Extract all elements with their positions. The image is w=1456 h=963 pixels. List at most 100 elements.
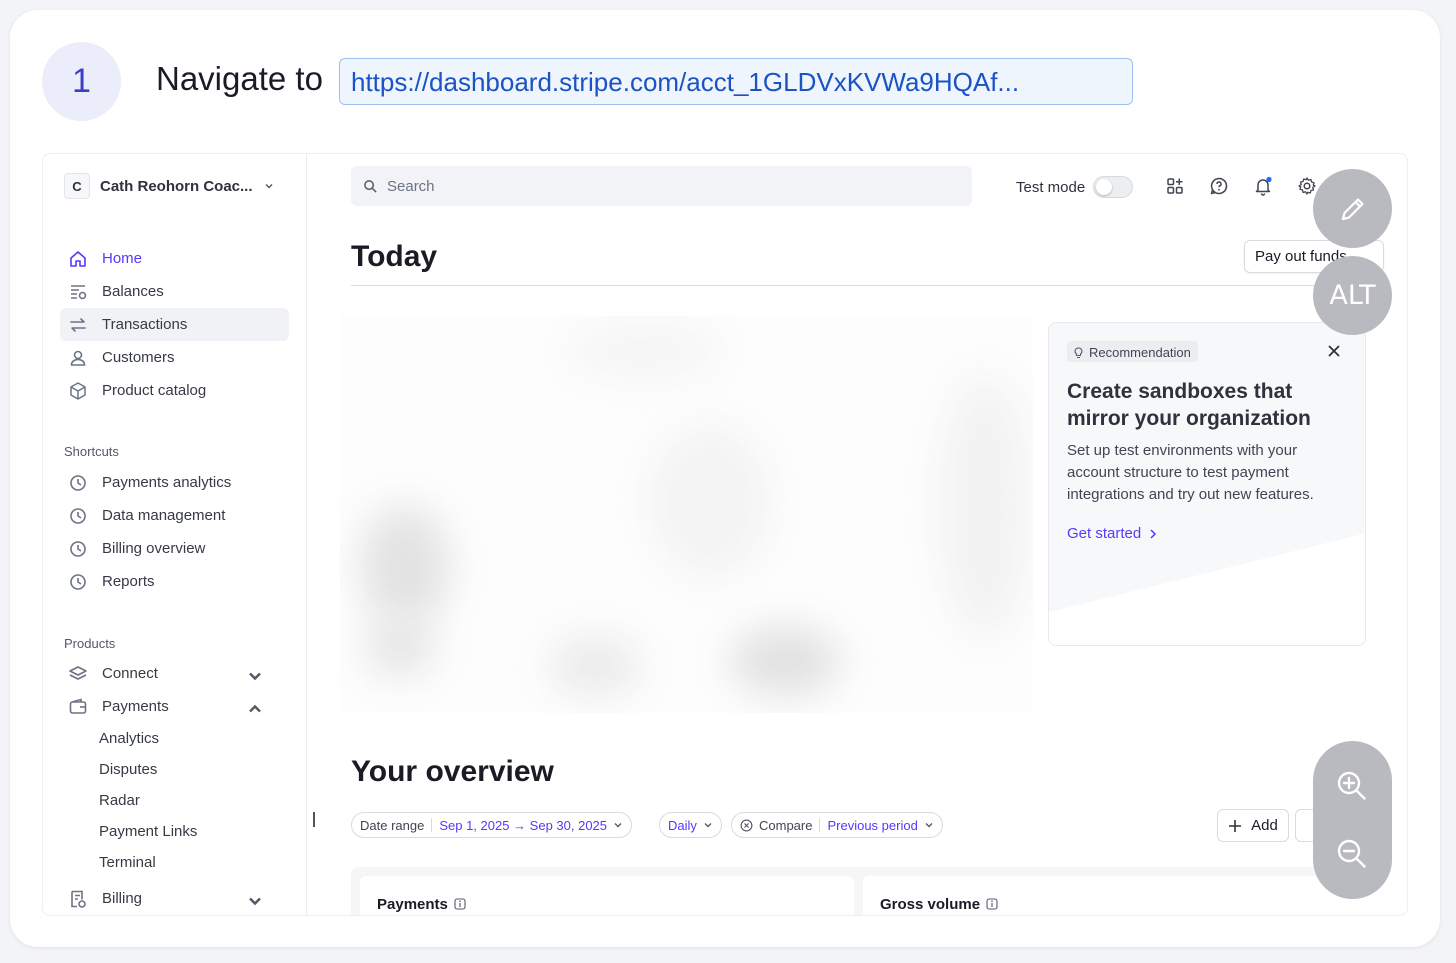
zoom-out-icon[interactable]	[1335, 837, 1369, 871]
zoom-controls	[1313, 741, 1392, 899]
billing-icon	[71, 890, 86, 908]
payments-tile[interactable]: Payments	[360, 876, 854, 915]
test-mode-control[interactable]: Test mode	[1016, 176, 1134, 198]
interval-filter[interactable]: Daily	[659, 812, 722, 838]
info-icon[interactable]	[986, 898, 998, 910]
sidebar-item-payments[interactable]: Payments	[60, 690, 289, 723]
sidebar-subitem-analytics[interactable]: Analytics	[99, 730, 159, 747]
sidebar-subitem-terminal[interactable]: Terminal	[99, 854, 156, 871]
sidebar-subitem-disputes[interactable]: Disputes	[99, 761, 157, 778]
step-url[interactable]: https://dashboard.stripe.com/acct_1GLDVx…	[339, 58, 1133, 105]
chevron-down-icon	[249, 672, 261, 681]
shortcut-reports[interactable]: Reports	[60, 565, 289, 598]
recommendation-badge: Recommendation	[1067, 341, 1198, 362]
shortcut-data-management[interactable]: Data management	[60, 499, 289, 532]
balances-icon	[71, 284, 87, 299]
overview-tiles: Payments Gross volume	[351, 867, 1357, 915]
date-range-value: Sep 1, 2025 → Sep 30, 2025	[439, 817, 608, 833]
info-icon[interactable]	[454, 898, 466, 910]
wallet-icon	[69, 697, 87, 714]
gear-icon[interactable]	[1297, 176, 1317, 196]
sidebar-item-transactions[interactable]: Transactions	[60, 308, 289, 341]
sidebar-item-product-catalog[interactable]: Product catalog	[60, 374, 289, 407]
account-switcher[interactable]: C Cath Reohorn Coac...	[64, 173, 275, 199]
compare-filter[interactable]: Compare Previous period	[731, 812, 943, 838]
sidebar-item-connect[interactable]: Connect	[60, 657, 289, 690]
sidebar-item-label: Customers	[102, 349, 175, 366]
shortcuts-heading: Shortcuts	[64, 444, 119, 459]
gross-volume-tile[interactable]: Gross volume	[863, 876, 1357, 915]
customer-icon	[70, 350, 86, 366]
connect-icon	[69, 665, 87, 680]
home-icon	[70, 250, 86, 267]
recommendation-title: Create sandboxes that mirror your organi…	[1067, 380, 1311, 430]
sidebar-item-label: Data management	[102, 507, 226, 524]
date-range-label: Date range	[360, 817, 425, 833]
divider	[351, 285, 1365, 286]
sidebar-subitem-radar[interactable]: Radar	[99, 792, 140, 809]
recommendation-body: Set up test environments with your accou…	[1067, 442, 1314, 503]
sidebar-item-home[interactable]: Home	[60, 242, 289, 275]
sidebar-item-billing[interactable]: Billing	[60, 882, 289, 915]
sidebar-item-label: Connect	[102, 665, 158, 682]
bell-icon[interactable]	[1253, 176, 1273, 196]
interval-value: Daily	[668, 817, 697, 833]
get-started-link[interactable]: Get started	[1067, 525, 1159, 542]
sidebar: C Cath Reohorn Coac... Home Balances Tra…	[43, 154, 307, 915]
search-input[interactable]: Search	[351, 166, 972, 206]
account-name: Cath Reohorn Coac...	[100, 177, 253, 195]
add-label: Add	[1251, 817, 1278, 834]
box-icon	[70, 381, 86, 400]
sidebar-item-label: Home	[102, 250, 143, 267]
blurred-chart-placeholder	[340, 316, 1033, 713]
lightbulb-icon	[1074, 346, 1083, 358]
recommendation-card: Recommendation Create sandboxes that mir…	[1048, 322, 1366, 646]
test-mode-label: Test mode	[1016, 178, 1086, 196]
search-placeholder: Search	[387, 177, 435, 195]
shortcut-payments-analytics[interactable]: Payments analytics	[60, 466, 289, 499]
tile-title: Payments	[377, 896, 448, 913]
clock-icon	[70, 573, 86, 590]
get-started-label: Get started	[1067, 525, 1142, 542]
compare-label: Compare	[759, 817, 813, 833]
shortcut-billing-overview[interactable]: Billing overview	[60, 532, 289, 565]
products-heading: Products	[64, 636, 116, 651]
chevron-down-icon	[264, 183, 273, 189]
sidebar-item-balances[interactable]: Balances	[60, 275, 289, 308]
recommendation-badge-text: Recommendation	[1089, 345, 1191, 360]
sidebar-item-label: Payments analytics	[102, 474, 232, 491]
clock-icon	[70, 507, 86, 524]
test-mode-toggle[interactable]	[1093, 176, 1134, 198]
chevron-down-icon	[704, 823, 712, 828]
sidebar-item-label: Product catalog	[102, 382, 207, 399]
dashboard-screenshot: C Cath Reohorn Coac... Home Balances Tra…	[42, 153, 1408, 916]
chevron-right-icon	[1150, 528, 1157, 539]
clear-circle-icon[interactable]	[740, 819, 753, 832]
chip-separator	[819, 818, 821, 832]
overview-title: Your overview	[351, 755, 554, 788]
step-instruction: Navigate to	[156, 60, 323, 97]
compare-value: Previous period	[827, 817, 918, 833]
sidebar-item-customers[interactable]: Customers	[60, 341, 289, 374]
sidebar-item-label: Transactions	[102, 316, 188, 333]
sidebar-subitem-payment-links[interactable]: Payment Links	[99, 823, 197, 840]
clock-icon	[70, 474, 86, 491]
main-content: Search Test mode Today Pay out funds Rec…	[307, 154, 1407, 915]
edit-button[interactable]	[1313, 169, 1392, 248]
alt-text-button[interactable]: ALT	[1313, 256, 1392, 335]
zoom-in-icon[interactable]	[1335, 769, 1369, 803]
tile-title: Gross volume	[880, 896, 981, 913]
sidebar-item-label: Balances	[102, 283, 164, 300]
sidebar-item-label: Reports	[102, 573, 155, 590]
date-range-filter[interactable]: Date range Sep 1, 2025 → Sep 30, 2025	[351, 812, 633, 838]
add-widget-button[interactable]: Add	[1217, 809, 1289, 842]
search-icon	[364, 179, 377, 193]
page-title: Today	[351, 240, 438, 273]
sidebar-item-label: Billing	[102, 890, 143, 907]
close-icon[interactable]	[1326, 343, 1342, 359]
transactions-icon	[70, 317, 86, 332]
pencil-icon	[1341, 197, 1364, 220]
apps-icon[interactable]	[1165, 176, 1185, 196]
chevron-down-icon	[614, 823, 622, 828]
help-icon[interactable]	[1209, 176, 1229, 196]
